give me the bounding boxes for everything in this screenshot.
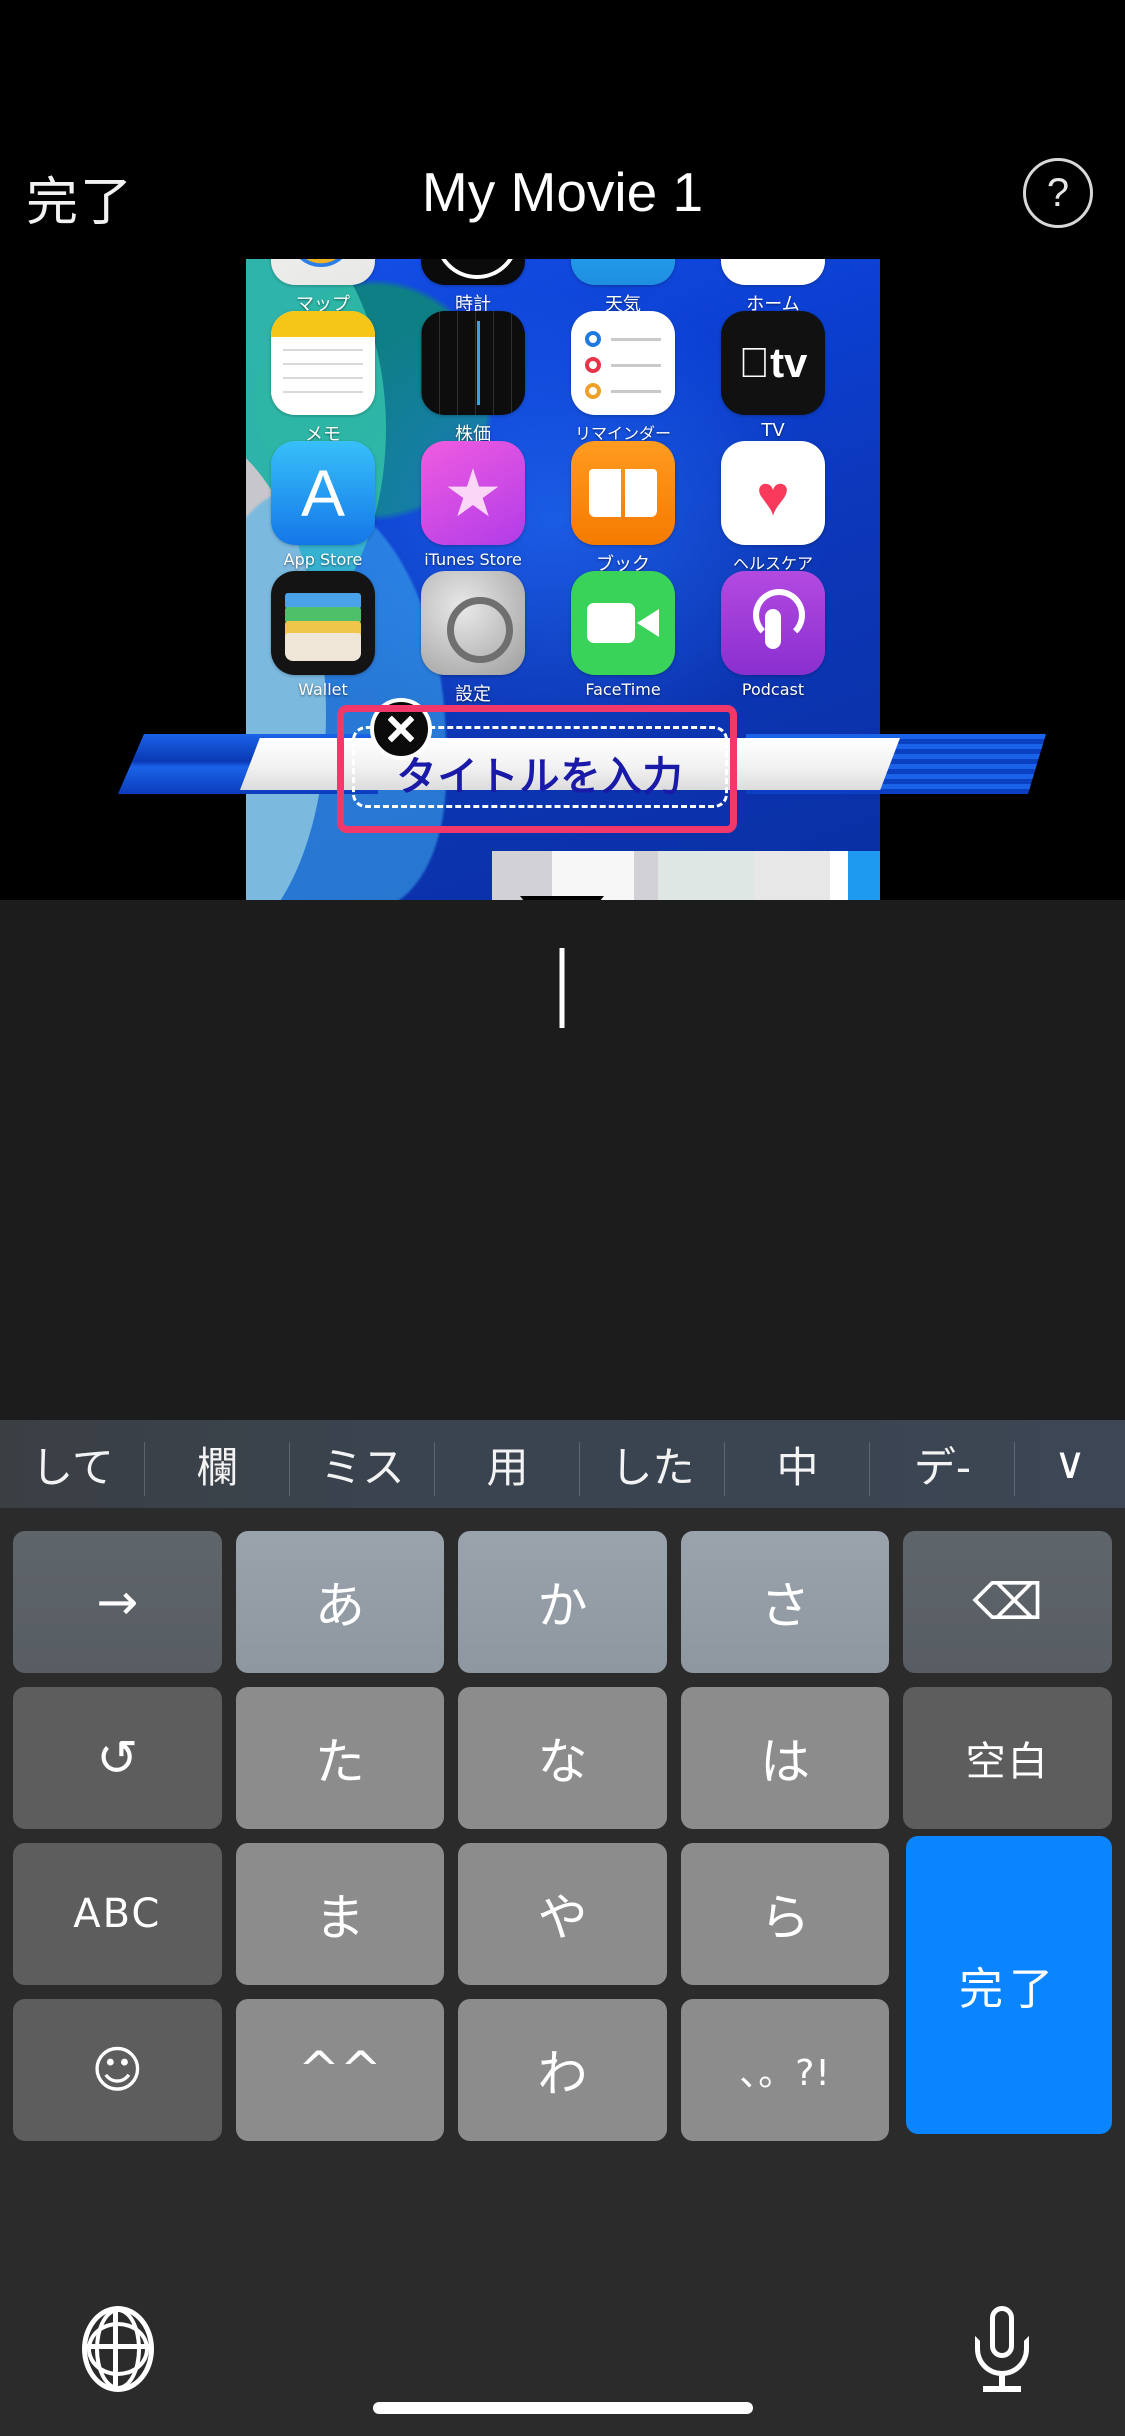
key-space[interactable]: 空白: [903, 1687, 1112, 1829]
app-icon-books: ブック: [564, 441, 682, 576]
suggestion-item[interactable]: ミス: [290, 1434, 435, 1496]
app-store-icon: [271, 441, 375, 545]
key-sa[interactable]: さ: [680, 1531, 890, 1673]
key-undo[interactable]: ↺: [13, 1687, 222, 1829]
app-icon-stocks: 株価: [414, 311, 532, 446]
video-preview[interactable]: マップ 時計 天気 ホーム メモ 株価 リマインダー tv TV A App S…: [0, 245, 1125, 900]
suggestion-item[interactable]: 中: [725, 1434, 870, 1496]
health-icon: [721, 441, 825, 545]
suggestion-item[interactable]: して: [0, 1434, 145, 1496]
app-icon-home: ホーム: [714, 259, 832, 316]
globe-icon[interactable]: [82, 2306, 154, 2392]
keyboard-row: ↺ た な は 空白: [0, 1680, 1125, 1836]
weather-icon: [571, 259, 675, 285]
key-ya[interactable]: や: [458, 1843, 667, 1985]
app-label: Wallet: [298, 680, 348, 699]
settings-icon: [421, 571, 525, 675]
app-icon-reminders: リマインダー: [564, 311, 682, 444]
navigation-bar: 完了 My Movie 1 ?: [0, 0, 1125, 245]
selection-highlight-rect: [337, 705, 737, 833]
app-icon-wallet: Wallet: [264, 571, 382, 699]
app-label: FaceTime: [585, 680, 661, 699]
app-label: Podcast: [741, 680, 805, 699]
key-na[interactable]: な: [458, 1687, 667, 1829]
app-label: App Store: [283, 550, 363, 569]
preview-dock-row: [492, 851, 880, 900]
key-done[interactable]: 完了: [906, 1836, 1112, 2134]
home-indicator: [372, 2402, 753, 2414]
key-abc[interactable]: ABC: [13, 1843, 222, 1985]
page-title: My Movie 1: [421, 161, 704, 223]
imovie-title-editor-screen: 完了 My Movie 1 ? マップ 時計 天気 ホーム メモ 株価 リマイン…: [0, 0, 1125, 2436]
key-ra[interactable]: ら: [680, 1843, 890, 1985]
podcasts-icon: [721, 571, 825, 675]
app-icon-app-store: App Store: [264, 441, 382, 569]
app-icon-clock: 時計: [414, 259, 532, 316]
app-icon-settings: 設定: [414, 571, 532, 706]
key-delete[interactable]: ⌫: [903, 1531, 1112, 1673]
app-icon-facetime: FaceTime: [564, 571, 682, 699]
app-label: TV: [761, 420, 785, 441]
facetime-icon: [571, 571, 675, 675]
app-icon-tv: tv TV: [714, 311, 832, 441]
app-icon-podcasts: Podcast: [714, 571, 832, 699]
keyboard-rows: → あ か さ ⌫ ↺ た な は 空白 ABC ま や ら ☺ ^^ わ 、。…: [0, 1524, 1125, 2304]
app-icon-itunes-store: iTunes Store: [414, 441, 532, 569]
stocks-icon: [421, 311, 525, 415]
microphone-icon[interactable]: [971, 2306, 1033, 2398]
app-icon-weather: 天気: [564, 259, 682, 316]
notes-icon: [271, 311, 375, 415]
wallet-icon: [271, 571, 375, 675]
tv-icon: tv: [721, 311, 825, 415]
app-icon-health: ヘルスケア: [714, 441, 832, 574]
home-icon: [721, 259, 825, 285]
maps-icon: [271, 259, 375, 285]
key-ka[interactable]: か: [458, 1531, 667, 1673]
suggestion-item[interactable]: 用: [435, 1434, 580, 1496]
itunes-store-icon: [421, 441, 525, 545]
keyboard-bottom-bar: [0, 2304, 1125, 2436]
timeline-area[interactable]: [0, 1028, 1125, 1420]
reminders-icon: [571, 311, 675, 415]
clock-icon: [421, 259, 525, 285]
help-icon[interactable]: ?: [1023, 158, 1093, 228]
key-next[interactable]: →: [13, 1531, 222, 1673]
key-a[interactable]: あ: [235, 1531, 445, 1673]
app-icon-notes: メモ: [264, 311, 382, 446]
key-ta[interactable]: た: [235, 1687, 445, 1829]
app-icon-maps: マップ: [264, 259, 382, 316]
key-ma[interactable]: ま: [235, 1843, 445, 1985]
key-ha[interactable]: は: [680, 1687, 890, 1829]
chevron-down-icon[interactable]: ∨: [1015, 1442, 1125, 1486]
key-punctuation[interactable]: 、。?!: [680, 1999, 890, 2141]
app-label: 設定: [455, 684, 491, 705]
key-wa[interactable]: わ: [458, 1999, 667, 2141]
key-kaomoji[interactable]: ^^: [235, 1999, 445, 2141]
keyboard-row: → あ か さ ⌫: [0, 1524, 1125, 1680]
suggestion-item[interactable]: した: [580, 1434, 725, 1496]
prediction-bar: して 欄 ミス 用 した 中 デ- ∨: [0, 1420, 1125, 1508]
books-icon: [571, 441, 675, 545]
app-label: iTunes Store: [424, 550, 522, 569]
suggestion-item[interactable]: 欄: [145, 1434, 290, 1496]
key-emoji[interactable]: ☺: [13, 1999, 222, 2141]
japanese-keyboard: して 欄 ミス 用 した 中 デ- ∨ → あ か さ ⌫ ↺ た な は 空白: [0, 1420, 1125, 2436]
suggestion-item[interactable]: デ-: [870, 1434, 1015, 1496]
